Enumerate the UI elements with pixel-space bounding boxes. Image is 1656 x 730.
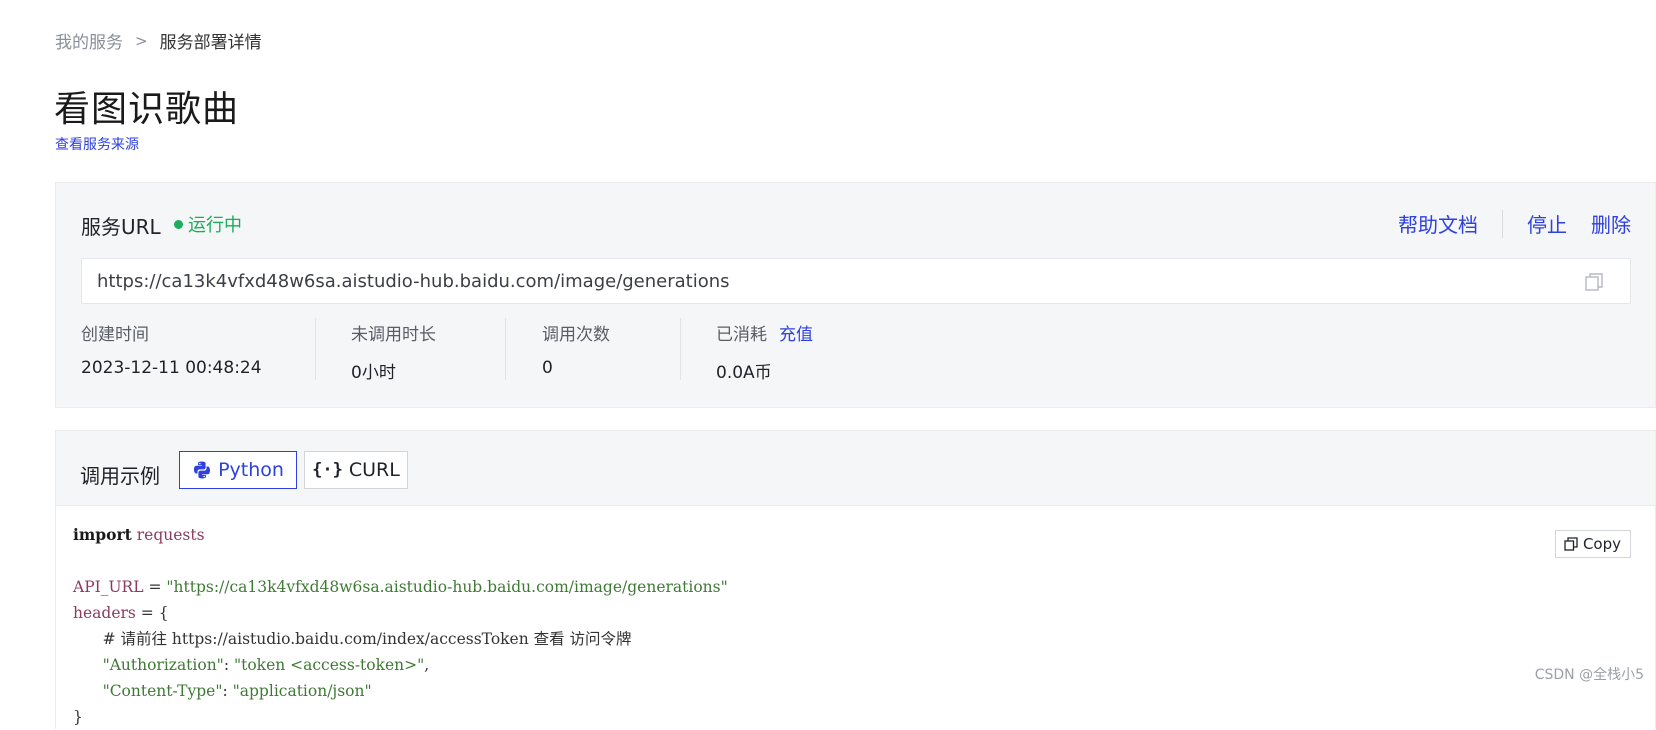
stat-consumed: 已消耗 充值 0.0A币 [681, 318, 881, 383]
copy-code-button[interactable]: Copy [1554, 530, 1631, 558]
code-token: "Content-Type" [102, 682, 223, 700]
code-token: "token <access-token>" [233, 656, 425, 674]
stat-label: 已消耗 充值 [716, 320, 881, 345]
code-token: "application/json" [232, 682, 372, 700]
status-dot-icon [174, 219, 183, 229]
status-text: 运行中 [188, 215, 242, 236]
code-comment: # 请前往 https://aistudio.baidu.com/index/a… [102, 630, 632, 648]
delete-button[interactable]: 删除 [1591, 209, 1631, 238]
code-token: "Authorization" [102, 656, 224, 674]
breadcrumb-separator: > [135, 31, 148, 50]
code-token: = [143, 578, 167, 596]
code-token: requests [136, 526, 205, 544]
copy-url-icon[interactable] [1584, 272, 1604, 292]
service-url-text: https://ca13k4vfxd48w6sa.aistudio-hub.ba… [97, 270, 730, 292]
stat-label: 未调用时长 [351, 325, 436, 345]
page-title: 看图识歌曲 [54, 89, 240, 130]
tab-curl-label: CURL [348, 459, 400, 481]
call-example-card: 调用示例 Python {·} CURL import requests API… [55, 430, 1656, 729]
status-badge: 运行中 [174, 211, 242, 237]
breadcrumb-root[interactable]: 我的服务 [55, 28, 123, 53]
code-content: import requests API_URL = "https://ca13k… [73, 525, 728, 726]
code-token: "https://ca13k4vfxd48w6sa.aistudio-hub.b… [166, 578, 728, 596]
stat-value: 0.0A币 [716, 363, 772, 383]
tab-curl[interactable]: {·} CURL [304, 451, 408, 489]
call-example-label: 调用示例 [80, 464, 160, 488]
view-source-link[interactable]: 查看服务来源 [55, 134, 139, 154]
python-icon [192, 460, 212, 480]
code-token: API_URL [73, 578, 144, 596]
code-token: import [73, 525, 132, 544]
service-url-label: 服务URL [81, 215, 161, 239]
breadcrumb: 我的服务 > 服务部署详情 [55, 28, 262, 54]
stat-call-count: 调用次数 0 [506, 318, 681, 380]
stat-idle-duration: 未调用时长 0小时 [316, 318, 506, 383]
service-url-field[interactable]: https://ca13k4vfxd48w6sa.aistudio-hub.ba… [81, 258, 1631, 304]
stat-value: 0 [542, 358, 553, 378]
stat-label: 调用次数 [542, 325, 610, 345]
recharge-link[interactable]: 充值 [779, 320, 813, 345]
copy-icon [1564, 537, 1578, 551]
service-url-card: 服务URL 运行中 帮助文档 停止 删除 https://ca13k4vfxd4… [55, 182, 1656, 408]
code-block: import requests API_URL = "https://ca13k… [56, 505, 1655, 729]
code-token: } [73, 708, 83, 726]
breadcrumb-current: 服务部署详情 [159, 33, 262, 53]
tab-python[interactable]: Python [179, 451, 297, 489]
stat-value: 0小时 [351, 363, 396, 383]
service-actions: 帮助文档 停止 删除 [1398, 209, 1631, 238]
code-token: = { [135, 604, 169, 622]
stat-created-time: 创建时间 2023-12-11 00:48:24 [81, 318, 316, 380]
watermark: CSDN @全栈小5 [1534, 667, 1644, 683]
help-docs-link[interactable]: 帮助文档 [1398, 209, 1478, 238]
stop-button[interactable]: 停止 [1527, 209, 1567, 238]
code-token: headers [73, 604, 136, 622]
actions-divider [1502, 209, 1503, 238]
stat-label: 创建时间 [81, 325, 149, 345]
stat-label-text: 已消耗 [716, 325, 767, 345]
tab-python-label: Python [218, 459, 284, 481]
service-stats: 创建时间 2023-12-11 00:48:24 未调用时长 0小时 调用次数 … [81, 318, 881, 383]
stat-value: 2023-12-11 00:48:24 [81, 358, 262, 378]
braces-icon: {·} [312, 460, 343, 480]
copy-button-label: Copy [1582, 535, 1621, 553]
